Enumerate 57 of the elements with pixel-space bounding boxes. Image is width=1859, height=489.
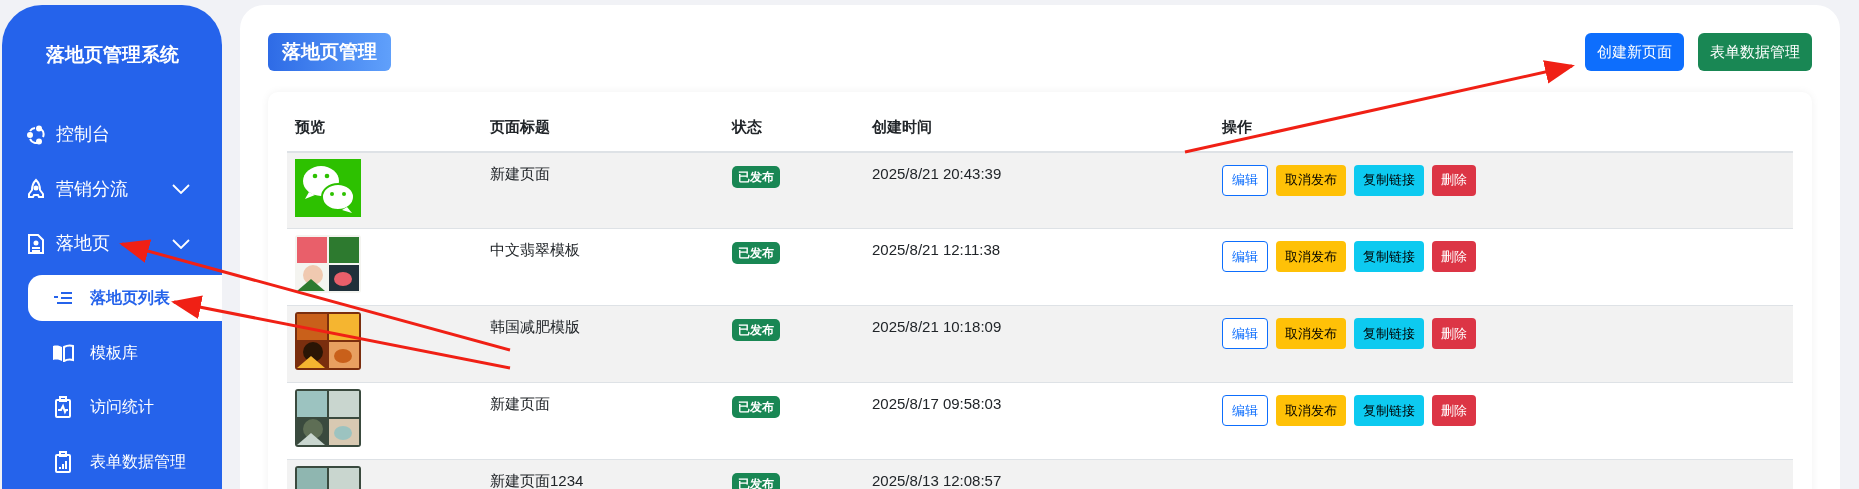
delete-button[interactable]: 删除 bbox=[1432, 164, 1476, 196]
header-button[interactable]: 表单数据管理 bbox=[1698, 33, 1812, 71]
table-cell: 中文翡翠模板 bbox=[490, 241, 580, 258]
table-cell: 2025/8/21 10:18:09 bbox=[872, 318, 1002, 335]
status-badge: 已发布 bbox=[732, 396, 780, 418]
edit-button[interactable]: 编辑 bbox=[1222, 241, 1268, 272]
table-cell: 2025/8/21 20:43:39 bbox=[872, 164, 1002, 182]
table-cell: 2025/8/13 12:08:57 bbox=[872, 472, 1002, 489]
table-cell: 韩国减肥模版 bbox=[490, 318, 580, 335]
status-badge: 已发布 bbox=[732, 319, 780, 341]
table-cell: 2025/8/21 12:11:38 bbox=[872, 241, 1001, 258]
list-icon bbox=[52, 291, 74, 306]
table-cell: 2025/8/17 09:58:03 bbox=[872, 395, 1002, 412]
app-title: 落地页管理系统 bbox=[44, 43, 180, 67]
status-badge: 已发布 bbox=[732, 165, 780, 188]
copy-link-button[interactable]: 复制链接 bbox=[1354, 164, 1424, 196]
sidebar-item[interactable]: 营销分流 bbox=[2, 161, 222, 217]
column-header: 页面标题 bbox=[490, 118, 550, 135]
edit-button[interactable]: 编辑 bbox=[1222, 395, 1268, 426]
delete-button[interactable]: 删除 bbox=[1432, 318, 1476, 349]
copy-link-button[interactable]: 复制链接 bbox=[1354, 395, 1424, 426]
delete-button[interactable]: 删除 bbox=[1432, 241, 1476, 272]
unpublish-button[interactable]: 取消发布 bbox=[1276, 241, 1346, 272]
document-icon bbox=[26, 232, 46, 255]
book-icon bbox=[52, 343, 74, 362]
column-header: 预览 bbox=[295, 118, 325, 135]
chat-bubbles-icon bbox=[295, 158, 361, 217]
table-cell: 新建页面 bbox=[490, 164, 550, 182]
table-cell: 新建页面 bbox=[490, 395, 550, 412]
sidebar-item[interactable]: 访问统计 bbox=[28, 383, 222, 431]
chevron-down-icon bbox=[172, 238, 190, 249]
page-title: 落地页管理 bbox=[268, 33, 391, 71]
sidebar-item[interactable]: 表单数据管理 bbox=[28, 438, 222, 485]
column-header: 状态 bbox=[732, 118, 762, 135]
status-badge: 已发布 bbox=[732, 473, 780, 489]
cycle-icon bbox=[26, 124, 46, 145]
delete-button[interactable]: 删除 bbox=[1432, 395, 1476, 426]
edit-button[interactable]: 编辑 bbox=[1222, 164, 1268, 196]
copy-link-button[interactable]: 复制链接 bbox=[1354, 241, 1424, 272]
chart-clipboard-icon bbox=[52, 450, 74, 473]
pulse-clipboard-icon bbox=[52, 396, 74, 419]
table-cell: 新建页面1234 bbox=[490, 472, 584, 489]
header-button[interactable]: 创建新页面 bbox=[1585, 33, 1684, 71]
rocket-icon bbox=[26, 178, 46, 201]
status-badge: 已发布 bbox=[732, 242, 780, 264]
unpublish-button[interactable]: 取消发布 bbox=[1276, 318, 1346, 349]
copy-link-button[interactable]: 复制链接 bbox=[1354, 318, 1424, 349]
column-header: 操作 bbox=[1222, 118, 1252, 135]
sidebar-item[interactable]: 模板库 bbox=[28, 329, 222, 376]
sidebar-item[interactable]: 落地页 bbox=[2, 216, 222, 271]
unpublish-button[interactable]: 取消发布 bbox=[1276, 164, 1346, 196]
unpublish-button[interactable]: 取消发布 bbox=[1276, 395, 1346, 426]
sidebar-item[interactable]: 控制台 bbox=[2, 107, 222, 162]
column-header: 创建时间 bbox=[872, 118, 932, 135]
sidebar-item[interactable]: 落地页列表 bbox=[28, 274, 222, 322]
edit-button[interactable]: 编辑 bbox=[1222, 318, 1268, 349]
chevron-down-icon bbox=[172, 184, 190, 195]
